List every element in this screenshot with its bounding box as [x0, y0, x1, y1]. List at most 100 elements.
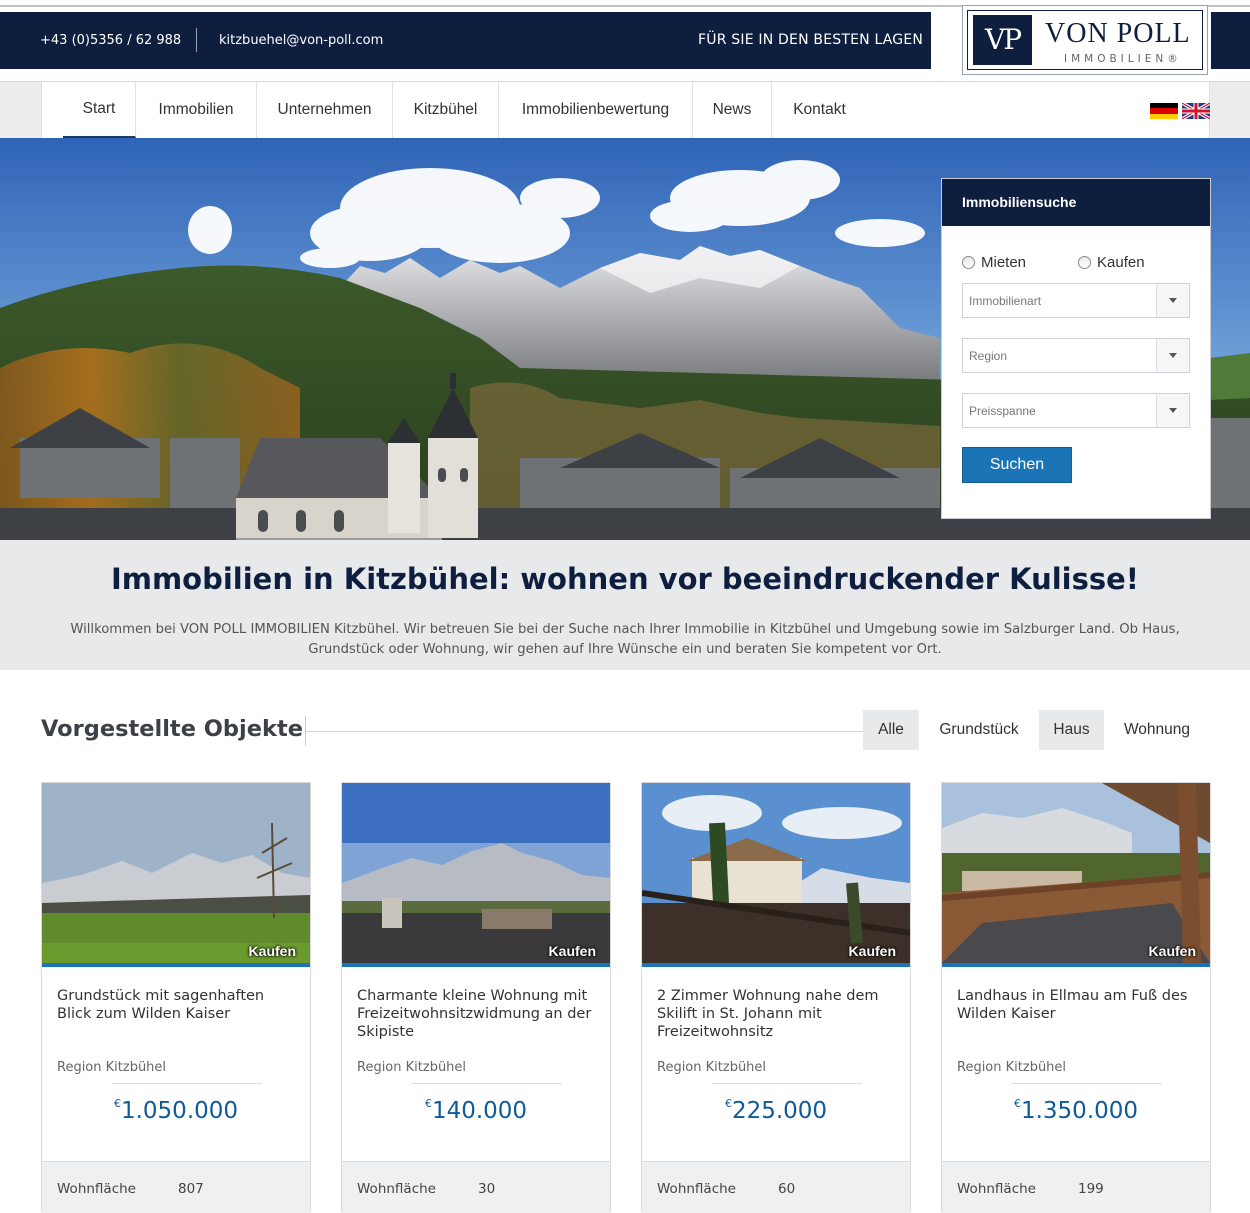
radio-kaufen[interactable]: Kaufen [1078, 254, 1145, 271]
price-value: 1.350.000 [1020, 1098, 1139, 1124]
currency-symbol: € [1013, 1097, 1021, 1110]
property-search-panel: Immobiliensuche Mieten Kaufen Immobilien… [941, 178, 1211, 519]
intro-text: Willkommen bei VON POLL IMMOBILIEN Kitzb… [70, 622, 1180, 657]
phone-number[interactable]: +43 (0)5356 / 62 988 [40, 33, 181, 48]
property-price: €1.350.000 [942, 1097, 1210, 1124]
property-type-select[interactable]: Immobilienart [962, 283, 1190, 318]
area-value: 807 [178, 1181, 204, 1197]
property-price: €1.050.000 [42, 1097, 310, 1124]
radio-mieten[interactable]: Mieten [962, 254, 1026, 271]
chevron-down-icon[interactable] [1156, 339, 1189, 372]
currency-symbol: € [424, 1097, 432, 1110]
radio-kaufen-dot[interactable] [1078, 256, 1091, 269]
property-type-value: Immobilienart [969, 294, 1042, 308]
card-accent-bar [342, 963, 610, 967]
card-divider [412, 1083, 562, 1084]
main-navigation: Start Immobilien Unternehmen Kitzbühel I… [0, 81, 1250, 138]
nav-item-unternehmen[interactable]: Unternehmen [257, 82, 393, 138]
topbar-divider [196, 28, 197, 52]
property-region: Region Kitzbühel [357, 1060, 467, 1075]
logo-subtitle: IMMOBILIEN® [1064, 53, 1182, 65]
radio-mieten-label: Mieten [981, 254, 1027, 271]
card-footer: Wohnfläche 30 [342, 1161, 610, 1213]
slogan: FÜR SIE IN DEN BESTEN LAGEN [698, 32, 924, 48]
property-card[interactable]: Kaufen Charmante kleine Wohnung mit Frei… [341, 782, 611, 1213]
property-card[interactable]: Kaufen Grundstück mit sagenhaften Blick … [41, 782, 311, 1213]
nav-item-start[interactable]: Start [63, 82, 136, 138]
card-footer: Wohnfläche 60 [642, 1161, 910, 1213]
nav-item-kontakt[interactable]: Kontakt [772, 82, 867, 138]
property-price: €225.000 [642, 1097, 910, 1124]
region-select[interactable]: Region [962, 338, 1190, 373]
property-title[interactable]: Landhaus in Ellmau am Fuß des Wilden Kai… [957, 987, 1197, 1023]
property-region: Region Kitzbühel [57, 1060, 167, 1075]
featured-rule [306, 731, 863, 732]
property-region: Region Kitzbühel [657, 1060, 767, 1075]
intro-section: Immobilien in Kitzbühel: wohnen vor beei… [0, 540, 1250, 670]
nav-item-immobilienbewertung[interactable]: Immobilienbewertung [499, 82, 693, 138]
property-price: €140.000 [342, 1097, 610, 1124]
top-bar: +43 (0)5356 / 62 988 kitzbuehel@von-poll… [0, 5, 1250, 75]
area-value: 30 [478, 1181, 496, 1197]
currency-symbol: € [113, 1097, 121, 1110]
card-accent-bar [642, 963, 910, 967]
von-poll-logo[interactable]: VP VON POLL IMMOBILIEN® [962, 5, 1208, 75]
property-photo[interactable] [942, 783, 1210, 963]
nav-item-news[interactable]: News [693, 82, 772, 138]
status-badge: Kaufen [548, 943, 596, 959]
logo-monogram: VP [973, 15, 1032, 65]
uk-flag-icon[interactable] [1182, 103, 1210, 119]
area-label: Wohnfläche [57, 1181, 136, 1197]
currency-symbol: € [724, 1097, 732, 1110]
card-divider [712, 1083, 862, 1084]
de-flag-icon[interactable] [1150, 103, 1178, 119]
nav-bar: Start Immobilien Unternehmen Kitzbühel I… [41, 82, 1210, 138]
property-card[interactable]: Kaufen 2 Zimmer Wohnung nahe dem Skilift… [641, 782, 911, 1213]
area-value: 60 [778, 1181, 796, 1197]
logo-name: VON POLL [1045, 18, 1191, 49]
region-value: Region [969, 349, 1008, 363]
card-accent-bar [42, 963, 310, 967]
area-label: Wohnfläche [957, 1181, 1036, 1197]
card-divider [1012, 1083, 1162, 1084]
property-region: Region Kitzbühel [957, 1060, 1067, 1075]
card-footer: Wohnfläche 199 [942, 1161, 1210, 1213]
property-photo[interactable] [42, 783, 310, 963]
price-value: 225.000 [731, 1098, 828, 1124]
search-button[interactable]: Suchen [962, 447, 1072, 483]
area-value: 199 [1078, 1181, 1104, 1197]
price-range-value: Preisspanne [969, 404, 1036, 418]
search-panel-title: Immobiliensuche [942, 179, 1210, 226]
status-badge: Kaufen [1148, 943, 1196, 959]
card-divider [112, 1083, 262, 1084]
property-photo[interactable] [342, 783, 610, 963]
area-label: Wohnfläche [657, 1181, 736, 1197]
property-title[interactable]: Grundstück mit sagenhaften Blick zum Wil… [57, 987, 297, 1023]
card-accent-bar [942, 963, 1210, 967]
nav-item-kitzbuehel[interactable]: Kitzbühel [393, 82, 499, 138]
nav-item-immobilien[interactable]: Immobilien [136, 82, 257, 138]
filter-wohnung[interactable]: Wohnung [1104, 710, 1210, 750]
property-title[interactable]: 2 Zimmer Wohnung nahe dem Skilift in St.… [657, 987, 897, 1041]
property-card[interactable]: Kaufen Landhaus in Ellmau am Fuß des Wil… [941, 782, 1211, 1213]
top-bar-background-right [1211, 12, 1250, 69]
featured-title: Vorgestellte Objekte [41, 716, 303, 742]
chevron-down-icon[interactable] [1156, 284, 1189, 317]
intro-heading: Immobilien in Kitzbühel: wohnen vor beei… [110, 562, 1140, 596]
radio-mieten-dot[interactable] [962, 256, 975, 269]
filter-haus[interactable]: Haus [1039, 710, 1104, 750]
price-value: 140.000 [431, 1098, 528, 1124]
price-range-select[interactable]: Preisspanne [962, 393, 1190, 428]
property-photo[interactable] [642, 783, 910, 963]
area-label: Wohnfläche [357, 1181, 436, 1197]
email-link[interactable]: kitzbuehel@von-poll.com [219, 33, 383, 48]
chevron-down-icon[interactable] [1156, 394, 1189, 427]
card-footer: Wohnfläche 807 [42, 1161, 310, 1213]
filter-alle[interactable]: Alle [863, 710, 919, 750]
property-title[interactable]: Charmante kleine Wohnung mit Freizeitwoh… [357, 987, 597, 1041]
status-badge: Kaufen [848, 943, 896, 959]
radio-kaufen-label: Kaufen [1097, 254, 1145, 271]
filter-grundstueck[interactable]: Grundstück [919, 710, 1039, 750]
status-badge: Kaufen [248, 943, 296, 959]
price-value: 1.050.000 [120, 1098, 239, 1124]
